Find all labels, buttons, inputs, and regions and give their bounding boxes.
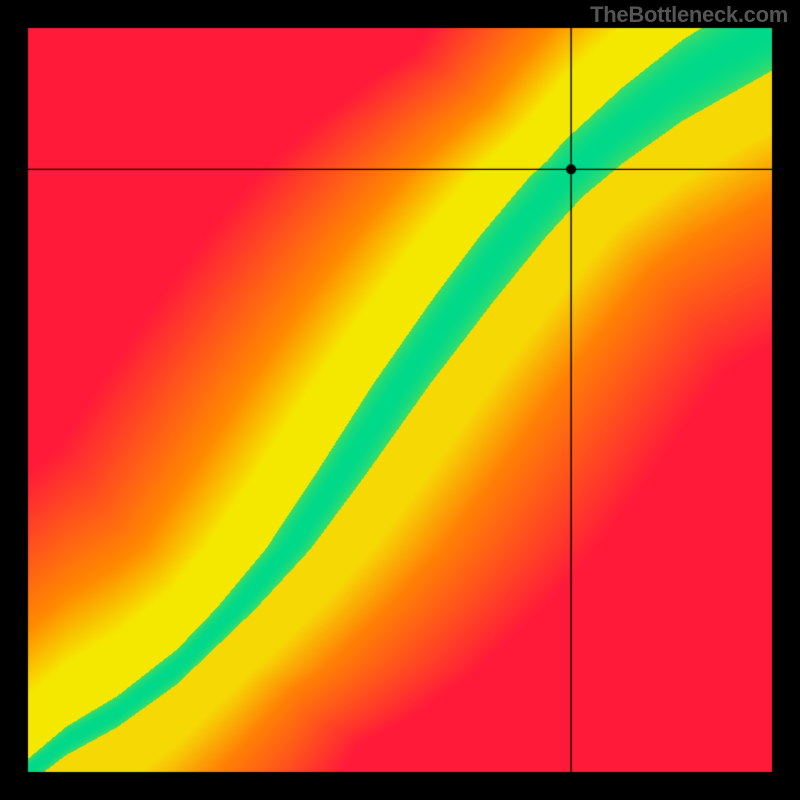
watermark-text: TheBottleneck.com	[590, 2, 788, 28]
heatmap-canvas	[0, 0, 800, 800]
bottleneck-heatmap-chart: TheBottleneck.com	[0, 0, 800, 800]
